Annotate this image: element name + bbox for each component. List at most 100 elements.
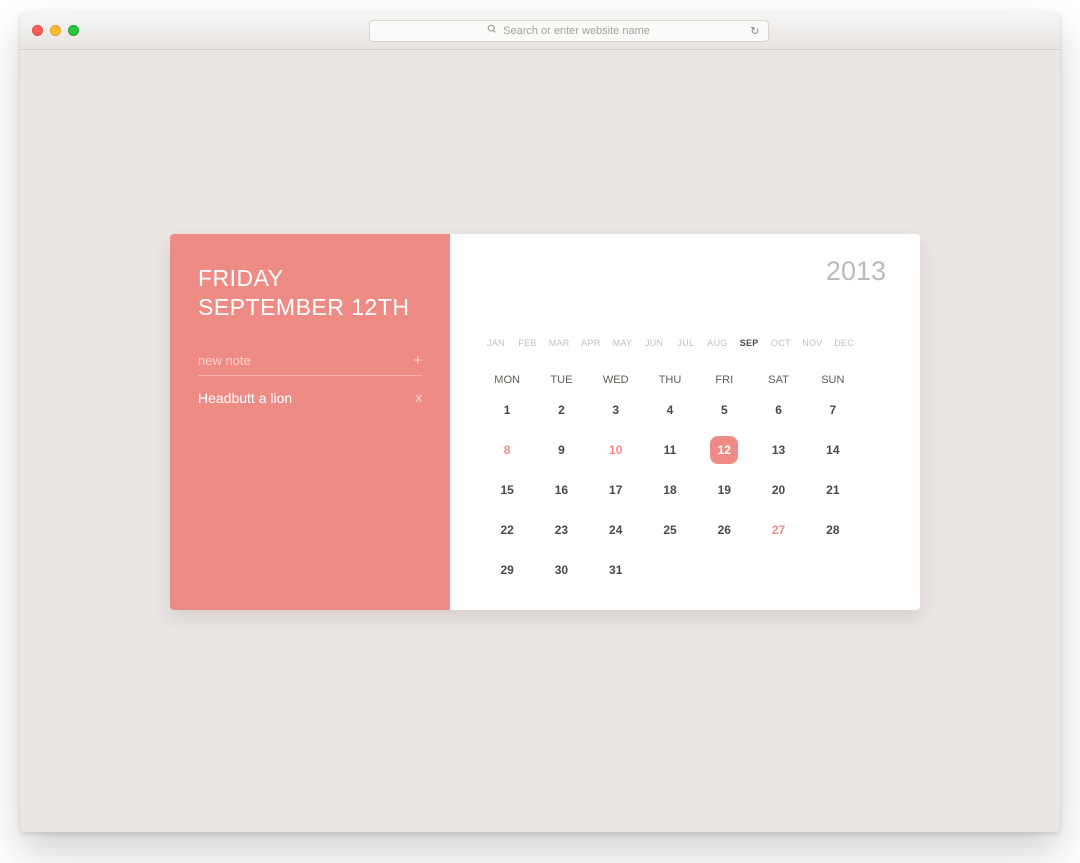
address-placeholder: Search or enter website name (503, 25, 650, 37)
date-number: 12 (710, 436, 738, 464)
weekday-header: WED (589, 370, 643, 390)
month-tab[interactable]: OCT (765, 338, 797, 354)
date-number: 15 (500, 483, 513, 497)
selected-day-name: FRIDAY (198, 265, 284, 291)
date-cell[interactable]: 23 (534, 510, 588, 550)
calendar-panel: 2013 JANFEBMARAPRMAYJUNJULAUGSEPOCTNOVDE… (450, 234, 920, 610)
weekday-header: TUE (534, 370, 588, 390)
date-number: 11 (664, 443, 677, 457)
date-cell[interactable]: 15 (480, 470, 534, 510)
browser-window: Search or enter website name ↻ + FRIDAY … (20, 12, 1060, 832)
month-tab[interactable]: JUL (670, 338, 702, 354)
date-number: 1 (504, 403, 511, 417)
date-number: 27 (772, 523, 785, 537)
add-note-icon[interactable]: + (413, 352, 422, 369)
date-number: 20 (772, 483, 785, 497)
month-tab[interactable]: AUG (702, 338, 734, 354)
date-number: 23 (555, 523, 568, 537)
date-cell[interactable]: 31 (589, 550, 643, 590)
date-number: 28 (826, 523, 839, 537)
date-cell[interactable]: 3 (589, 390, 643, 430)
date-cell-selected[interactable]: 12 (697, 430, 751, 470)
date-cell[interactable]: 6 (751, 390, 805, 430)
weekday-header-row: MONTUEWEDTHUFRISATSUN (480, 370, 860, 390)
date-number: 31 (609, 563, 622, 577)
date-number: 14 (826, 443, 839, 457)
address-bar[interactable]: Search or enter website name ↻ (369, 20, 769, 42)
date-cell[interactable]: 19 (697, 470, 751, 510)
date-cell[interactable]: 1 (480, 390, 534, 430)
date-number: 10 (609, 443, 622, 457)
date-cell[interactable]: 17 (589, 470, 643, 510)
notes-list: Headbutt a lionx (198, 388, 422, 408)
date-cell[interactable]: 16 (534, 470, 588, 510)
date-number: 5 (721, 403, 728, 417)
date-number: 3 (612, 403, 619, 417)
date-cell[interactable]: 26 (697, 510, 751, 550)
month-tab[interactable]: MAR (543, 338, 575, 354)
weekday-header: FRI (697, 370, 751, 390)
date-cell[interactable]: 14 (806, 430, 860, 470)
note-item[interactable]: Headbutt a lionx (198, 388, 422, 408)
month-tab[interactable]: JUN (638, 338, 670, 354)
month-tab[interactable]: MAY (607, 338, 639, 354)
new-note-input[interactable]: new note + (198, 352, 422, 376)
date-number: 17 (609, 483, 622, 497)
date-cell[interactable]: 24 (589, 510, 643, 550)
date-number: 18 (663, 483, 676, 497)
date-cell[interactable]: 28 (806, 510, 860, 550)
month-tab[interactable]: NOV (797, 338, 829, 354)
date-number: 26 (718, 523, 731, 537)
date-number: 30 (555, 563, 568, 577)
selected-date-heading: FRIDAY SEPTEMBER 12TH (198, 264, 422, 322)
month-tab[interactable]: DEC (828, 338, 860, 354)
date-number: 7 (830, 403, 837, 417)
date-cell[interactable]: 9 (534, 430, 588, 470)
date-cell[interactable]: 2 (534, 390, 588, 430)
year-label[interactable]: 2013 (826, 256, 886, 287)
date-number: 22 (500, 523, 513, 537)
month-tab[interactable]: SEP (733, 338, 765, 354)
date-cell[interactable]: 10 (589, 430, 643, 470)
date-cell[interactable]: 7 (806, 390, 860, 430)
month-tab[interactable]: JAN (480, 338, 512, 354)
date-number: 8 (504, 443, 511, 457)
date-cell[interactable]: 18 (643, 470, 697, 510)
new-note-placeholder: new note (198, 353, 251, 368)
date-cell[interactable]: 22 (480, 510, 534, 550)
date-cell[interactable]: 30 (534, 550, 588, 590)
date-cell[interactable]: 8 (480, 430, 534, 470)
date-cell[interactable]: 4 (643, 390, 697, 430)
date-number: 21 (826, 483, 839, 497)
date-cell[interactable]: 5 (697, 390, 751, 430)
date-cell[interactable]: 21 (806, 470, 860, 510)
maximize-window-button[interactable] (68, 25, 79, 36)
calendar-widget: FRIDAY SEPTEMBER 12TH new note + Headbut… (170, 234, 920, 610)
weekday-header: THU (643, 370, 697, 390)
month-tab[interactable]: FEB (512, 338, 544, 354)
remove-note-icon[interactable]: x (416, 390, 423, 405)
date-number: 16 (555, 483, 568, 497)
close-window-button[interactable] (32, 25, 43, 36)
weekday-header: MON (480, 370, 534, 390)
minimize-window-button[interactable] (50, 25, 61, 36)
weekday-header: SAT (751, 370, 805, 390)
date-number: 6 (775, 403, 782, 417)
date-cell[interactable]: 13 (751, 430, 805, 470)
date-cell[interactable]: 25 (643, 510, 697, 550)
page-content: FRIDAY SEPTEMBER 12TH new note + Headbut… (20, 50, 1060, 832)
search-icon (487, 24, 497, 37)
date-grid: 1234567891011121314151617181920212223242… (480, 390, 860, 590)
date-number: 4 (667, 403, 674, 417)
date-number: 13 (772, 443, 785, 457)
date-number: 25 (663, 523, 676, 537)
month-tab[interactable]: APR (575, 338, 607, 354)
date-cell[interactable]: 11 (643, 430, 697, 470)
months-row: JANFEBMARAPRMAYJUNJULAUGSEPOCTNOVDEC (480, 338, 860, 354)
date-cell[interactable]: 27 (751, 510, 805, 550)
date-cell[interactable]: 20 (751, 470, 805, 510)
date-cell[interactable]: 29 (480, 550, 534, 590)
browser-chrome: Search or enter website name ↻ + (20, 12, 1060, 50)
reload-icon[interactable]: ↻ (750, 24, 759, 37)
date-number: 29 (500, 563, 513, 577)
